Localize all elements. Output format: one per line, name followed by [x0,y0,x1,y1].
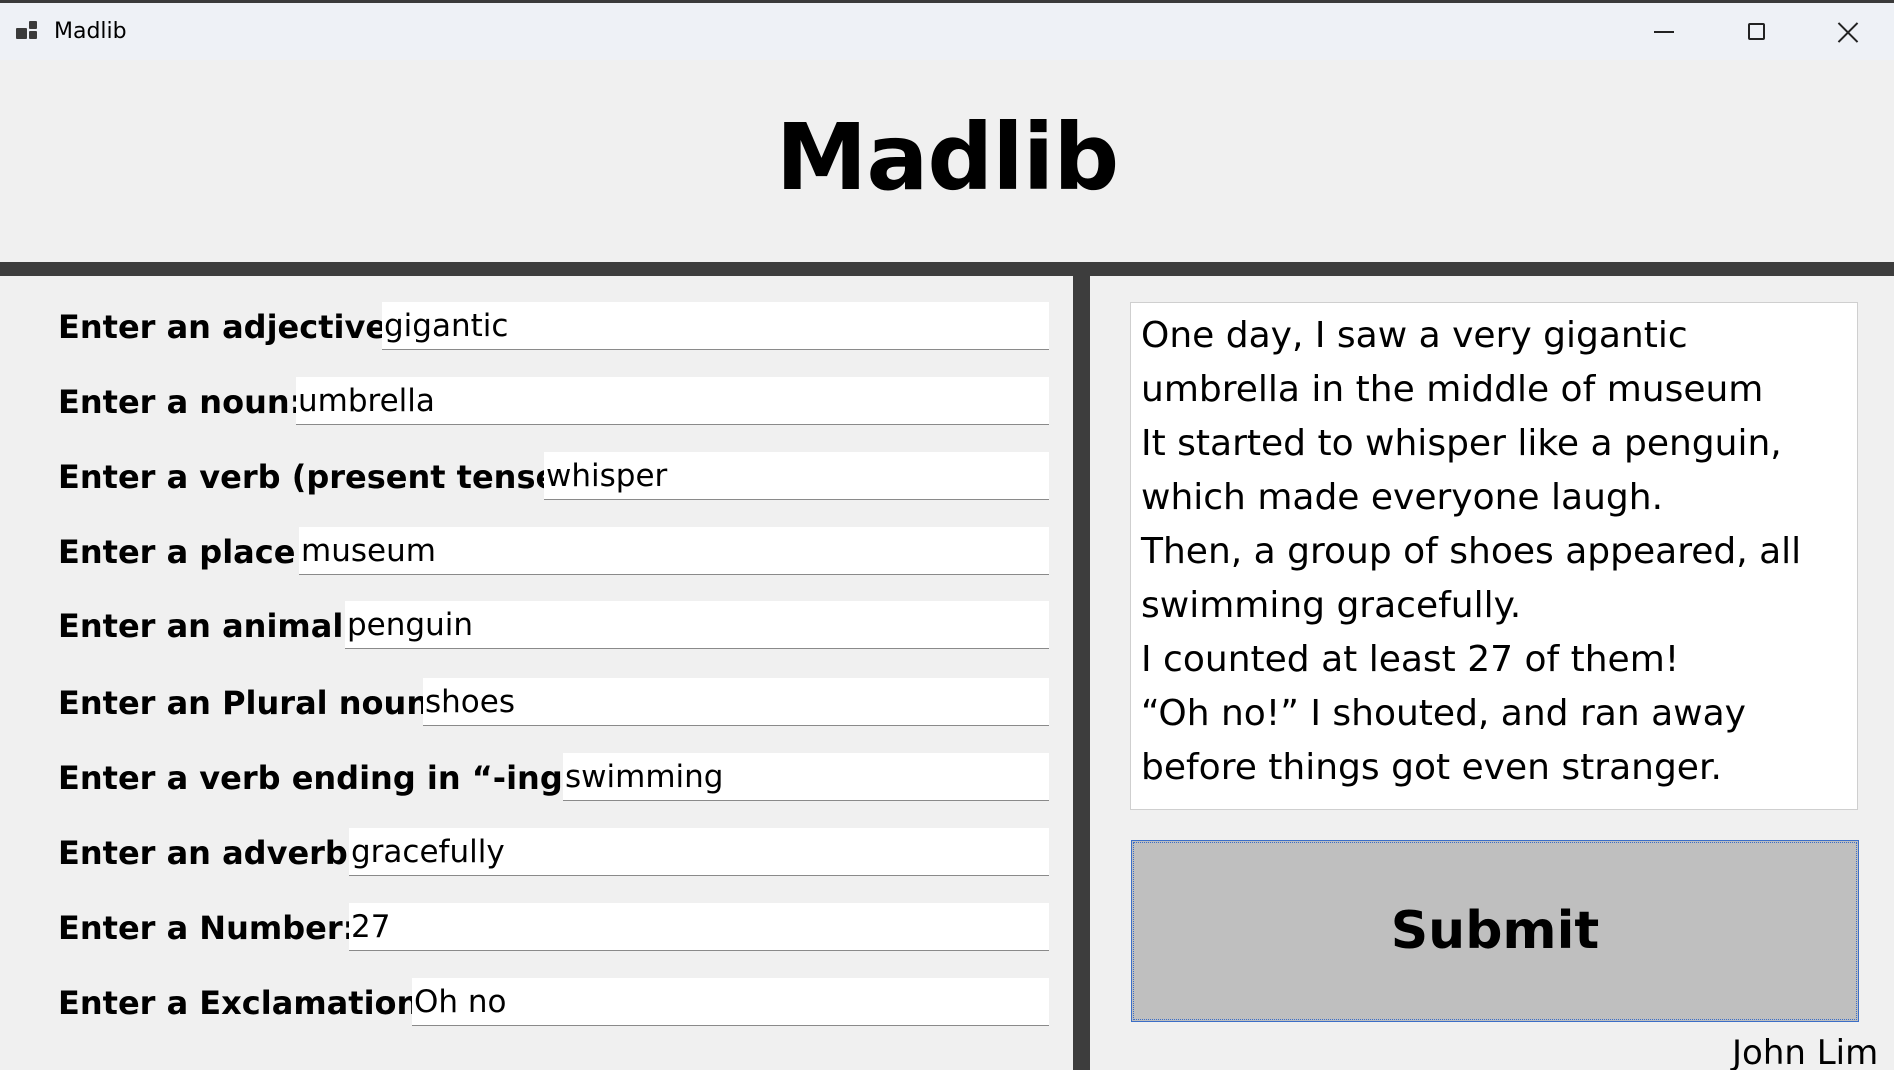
form-row-number: Enter a Number: [58,903,355,953]
app-window-icon [16,19,40,41]
form-row-adjective: Enter an adjective: [58,302,400,352]
exclamation-label: Enter a Exclamation: [58,984,433,1022]
app-window: Madlib Madlib Enter an adjective: Enter … [0,0,1894,1070]
story-line: before things got even stranger. [1141,747,1722,788]
minimize-button[interactable] [1618,3,1710,60]
verb-label: Enter a verb (present tense): [58,458,585,496]
form-row-animal: Enter an animal: [58,601,356,651]
author-label: John Lim [1732,1033,1879,1070]
number-input[interactable] [349,903,1049,951]
plural-noun-input[interactable] [423,678,1049,726]
adjective-label: Enter an adjective: [58,308,400,346]
form-row-adverb: Enter an adverb: [58,828,361,878]
form-row-exclamation: Enter a Exclamation: [58,978,432,1028]
close-icon [1837,21,1859,43]
page-title: Madlib [775,104,1119,211]
animal-label: Enter an animal: [58,607,357,645]
title-bar[interactable]: Madlib [0,3,1894,60]
noun-input[interactable] [296,377,1049,425]
exclamation-input[interactable] [412,978,1049,1026]
number-label: Enter a Number: [58,909,356,947]
place-input[interactable] [299,527,1049,575]
story-line: umbrella in the middle of museum [1141,369,1764,410]
story-output[interactable]: One day, I saw a very gigantic umbrella … [1130,302,1858,810]
animal-input[interactable] [345,601,1049,649]
plural-noun-label: Enter an Plural noun: [58,684,442,722]
submit-button[interactable]: Submit [1131,840,1859,1022]
maximize-button[interactable] [1710,3,1802,60]
adverb-input[interactable] [349,828,1049,876]
story-line: One day, I saw a very gigantic [1141,315,1688,356]
adjective-input[interactable] [382,302,1049,350]
verb-ing-input[interactable] [563,753,1049,801]
minimize-icon [1654,30,1674,33]
adverb-label: Enter an adverb: [58,834,361,872]
place-label: Enter a place: [58,533,309,571]
story-line: Then, a group of shoes appeared, all [1141,531,1802,572]
window-title: Madlib [54,19,127,44]
maximize-icon [1747,23,1765,40]
story-line: swimming gracefully. [1141,585,1522,626]
verb-input[interactable] [544,452,1049,500]
story-line: “Oh no!” I shouted, and ran away [1141,693,1746,734]
close-button[interactable] [1802,3,1894,60]
story-line: which made everyone laugh. [1141,477,1664,518]
story-line: It started to whisper like a penguin, [1141,423,1782,464]
horizontal-divider [0,262,1894,276]
form-row-verb: Enter a verb (present tense): [58,452,585,502]
form-row-place: Enter a place: [58,527,308,577]
noun-label: Enter a noun: [58,383,303,421]
vertical-divider [1073,276,1090,1070]
form-row-verb-ing: Enter a verb ending in “-ing”: [58,753,597,803]
verb-ing-label: Enter a verb ending in “-ing”: [58,759,597,797]
form-row-plural-noun: Enter an Plural noun: [58,678,442,728]
story-line: I counted at least 27 of them! [1141,639,1680,680]
form-row-noun: Enter a noun: [58,377,302,427]
